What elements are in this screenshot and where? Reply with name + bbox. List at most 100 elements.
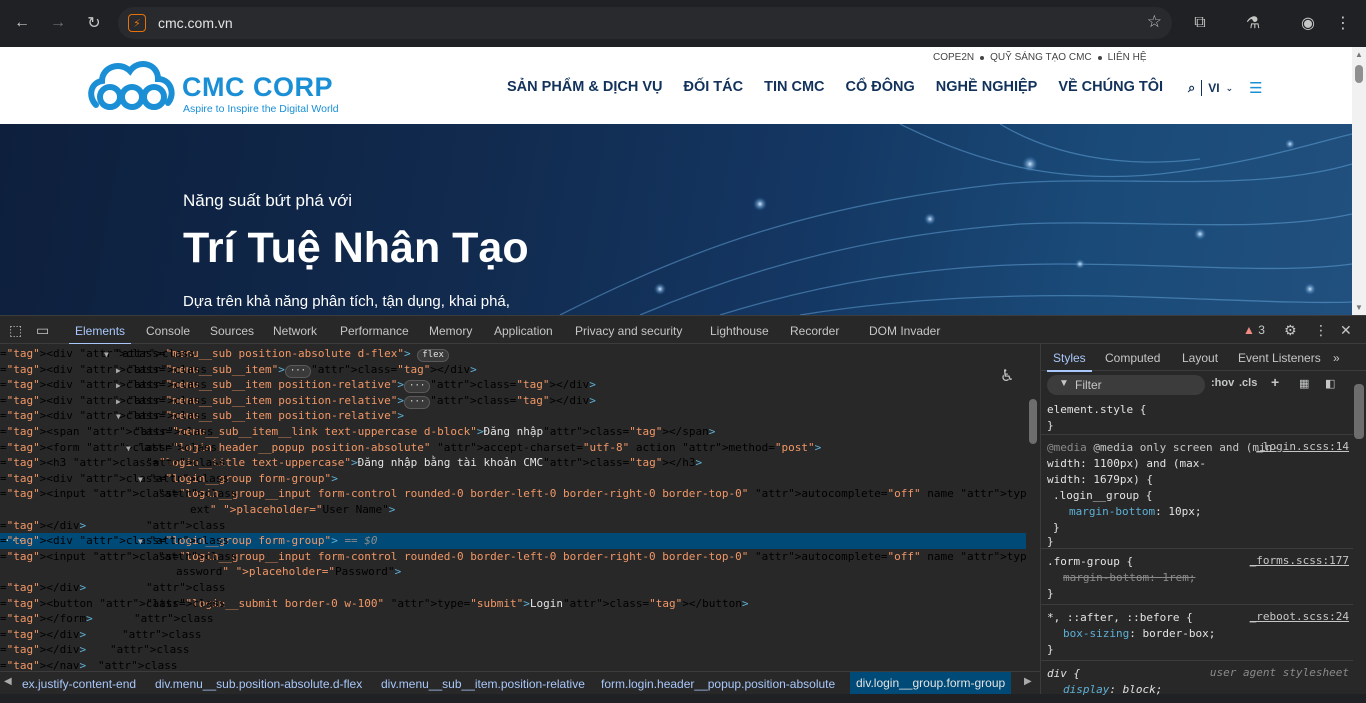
tab-application[interactable]: Application	[494, 324, 553, 338]
flex-badge[interactable]: flex	[417, 349, 449, 362]
tab-memory[interactable]: Memory	[429, 324, 472, 338]
tab-dom-invader[interactable]: DOM Invader	[869, 324, 940, 338]
page-scrollbar[interactable]: ▲ ▼	[1352, 47, 1366, 315]
search-icon[interactable]: ⌕	[1188, 80, 1195, 96]
top-link-quy-sang-tao[interactable]: QUỸ SÁNG TẠO CMC	[990, 52, 1092, 63]
new-rule-plus-icon[interactable]: +	[1271, 374, 1279, 390]
elements-scrollbar-thumb[interactable]	[1029, 399, 1037, 444]
node-actions-icon[interactable]: ···	[4, 533, 24, 549]
breadcrumb-scroll-left-icon[interactable]: ◀	[4, 676, 12, 687]
nav-co-dong[interactable]: CỔ ĐÔNG	[846, 79, 915, 95]
dom-node[interactable]: ▶ "attr">class ="tag"><div "attr">class="…	[0, 362, 1026, 378]
elements-scrollbar[interactable]	[1026, 344, 1040, 670]
devtools-menu-icon[interactable]: ⋮	[1314, 322, 1328, 339]
expand-toggle-icon[interactable]: ▼	[104, 350, 109, 359]
cls-toggle[interactable]: .cls	[1239, 377, 1257, 389]
nav-nghe-nghiep[interactable]: NGHỀ NGHIỆP	[936, 79, 1038, 95]
rule-universal[interactable]: *, ::after, ::before { _reboot.scss:24 b…	[1041, 607, 1353, 661]
top-link-cope2n[interactable]: COPE2N	[933, 52, 974, 63]
dom-node[interactable]: ▼ "attr">class ="tag"><div "attr">class="…	[0, 408, 1026, 424]
accessibility-tree-icon[interactable]: ♿	[1000, 366, 1014, 386]
source-link[interactable]: _forms.scss:177	[1250, 554, 1349, 567]
tab-computed[interactable]: Computed	[1105, 351, 1160, 365]
css-declaration[interactable]: box-sizing: border-box;	[1063, 626, 1215, 642]
dom-node[interactable]: ▼ "attr">class ="tag"><div "attr">class="…	[0, 346, 1026, 362]
dom-node[interactable]: ▼ "attr">class ="tag"><form "attr">class=…	[0, 440, 1026, 456]
breadcrumb-item[interactable]: form.login.header__popup.position-absolu…	[601, 677, 835, 691]
dom-node[interactable]: "attr">class ="tag"></div>	[0, 627, 1026, 643]
expand-toggle-icon[interactable]: ▼	[138, 537, 143, 546]
dom-node[interactable]: "attr">class ="tag"></div>	[0, 518, 1026, 534]
toggle-sidebar-icon[interactable]: ◧	[1325, 377, 1335, 390]
extensions-icon[interactable]: ⧉	[1188, 11, 1212, 35]
scroll-down-arrow-icon[interactable]: ▼	[1355, 303, 1363, 312]
scrollbar-thumb[interactable]	[1355, 65, 1363, 83]
language-selector[interactable]: VI	[1208, 81, 1219, 95]
expand-toggle-icon[interactable]: ▼	[116, 412, 121, 421]
top-link-lien-he[interactable]: LIÊN HỆ	[1108, 52, 1147, 63]
tab-layout[interactable]: Layout	[1182, 351, 1218, 365]
breadcrumb-item[interactable]: ex.justify-content-end	[22, 677, 136, 691]
reload-icon[interactable]: ↻	[82, 11, 106, 35]
hamburger-menu-icon[interactable]: ☰	[1249, 79, 1262, 97]
tab-styles[interactable]: Styles	[1047, 351, 1092, 372]
dom-node[interactable]: ▼ "attr">class ="tag"><div "attr">class="…	[0, 471, 1026, 487]
dom-node-selected[interactable]: ··· ▼ "attr">class ="tag"><div "attr">clas…	[0, 533, 1026, 549]
warnings-badge[interactable]: ▲ 3	[1243, 323, 1265, 337]
tab-performance[interactable]: Performance	[340, 324, 409, 338]
settings-gear-icon[interactable]: ⚙	[1284, 322, 1297, 339]
elements-tree[interactable]: ▼ "attr">class ="tag"><div "attr">class="…	[0, 344, 1040, 670]
forward-icon[interactable]: →	[46, 11, 70, 35]
address-bar[interactable]: ⚡ cmc.com.vn ☆	[118, 7, 1172, 39]
device-toolbar-icon[interactable]: ▭	[36, 322, 49, 339]
tab-event-listeners[interactable]: Event Listeners	[1238, 351, 1321, 365]
close-devtools-icon[interactable]: ✕	[1340, 322, 1352, 339]
styles-filter-input[interactable]: ▼ Filter	[1047, 375, 1205, 395]
expand-toggle-icon[interactable]: ▶	[116, 381, 121, 390]
chevron-down-icon[interactable]: ⌄	[1226, 83, 1234, 94]
rule-element-style[interactable]: element.style { }	[1041, 399, 1353, 435]
bookmark-star-icon[interactable]: ☆	[1147, 12, 1162, 32]
expand-toggle-icon[interactable]: ▼	[126, 444, 131, 453]
dom-node[interactable]: ext" ">placeholder="User Name">	[0, 502, 1026, 518]
css-declaration[interactable]: margin-bottom: 10px;	[1069, 504, 1201, 520]
breadcrumb-item[interactable]: div.menu__sub__item.position-relative	[381, 677, 585, 691]
cmc-logo[interactable]: CMC CORP Aspire to Inspire the Digital W…	[88, 57, 348, 115]
labs-flask-icon[interactable]: ⚗	[1241, 11, 1265, 35]
rule-div-ua[interactable]: div { user agent stylesheet display: blo…	[1041, 663, 1353, 703]
rule-form-group[interactable]: .form-group { _forms.scss:177 margin-bot…	[1041, 551, 1353, 605]
nav-san-pham[interactable]: SẢN PHẨM & DỊCH VỤ	[507, 79, 662, 95]
tab-elements[interactable]: Elements	[68, 324, 132, 345]
breadcrumb-scroll-right-icon[interactable]: ▶	[1024, 676, 1032, 687]
source-link[interactable]: _reboot.scss:24	[1250, 610, 1349, 623]
breadcrumb-item[interactable]: div.menu__sub.position-absolute.d-flex	[155, 677, 362, 691]
collapsed-ellipsis[interactable]: ···	[404, 395, 431, 409]
styles-scrollbar-thumb[interactable]	[1354, 384, 1364, 439]
expand-toggle-icon[interactable]: ▶	[116, 366, 121, 375]
dom-node[interactable]: assword" ">placeholder="Password">	[0, 564, 1026, 580]
dom-node[interactable]: "attr">class ="tag"></nav>	[0, 658, 1026, 670]
inspect-element-icon[interactable]: ⬚	[9, 322, 22, 339]
tab-sources[interactable]: Sources	[210, 324, 254, 338]
dom-node[interactable]: "attr">class ="tag"></form>	[0, 611, 1026, 627]
dom-node[interactable]: ▶ "attr">class ="tag"><div "attr">class="…	[0, 393, 1026, 409]
collapsed-ellipsis[interactable]: ···	[284, 364, 312, 378]
dom-node[interactable]: "attr">class ="tag"><input "attr">class="…	[0, 486, 1040, 502]
nav-ve-chung-toi[interactable]: VỀ CHÚNG TÔI	[1058, 79, 1163, 95]
menu-kebab-icon[interactable]: ⋮	[1331, 11, 1355, 35]
breadcrumb-item-current[interactable]: div.login__group.form-group	[850, 672, 1012, 694]
nav-tin-cmc[interactable]: TIN CMC	[764, 79, 824, 95]
more-tabs-icon[interactable]: »	[1333, 351, 1340, 365]
expand-toggle-icon[interactable]: ▶	[116, 397, 121, 406]
tab-recorder[interactable]: Recorder	[790, 324, 839, 338]
css-declaration-overridden[interactable]: margin-bottom: 1rem;	[1063, 570, 1195, 586]
nav-doi-tac[interactable]: ĐỐI TÁC	[683, 79, 743, 95]
dom-node[interactable]: "attr">class ="tag"></div>	[0, 580, 1026, 596]
dom-node[interactable]: "attr">class ="tag"></div>	[0, 642, 1026, 658]
scroll-up-arrow-icon[interactable]: ▲	[1355, 50, 1363, 59]
dom-node[interactable]: "attr">class ="tag"><button "attr">class=…	[0, 596, 1026, 612]
tab-privacy-security[interactable]: Privacy and security	[575, 324, 682, 338]
tab-console[interactable]: Console	[146, 324, 190, 338]
expand-toggle-icon[interactable]: ▼	[138, 475, 143, 484]
dom-node[interactable]: ▶ "attr">class ="tag"><div "attr">class="…	[0, 377, 1026, 394]
